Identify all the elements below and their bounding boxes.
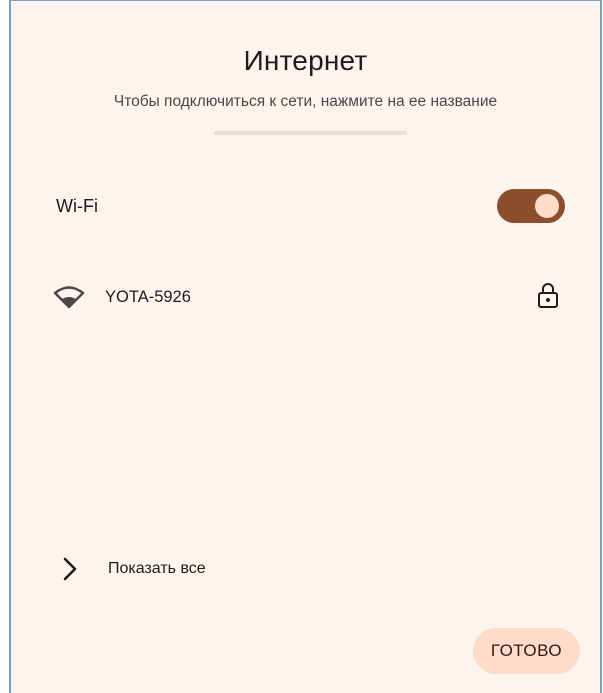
chevron-right-icon xyxy=(63,557,77,581)
show-all-label: Показать все xyxy=(108,560,206,577)
wifi-toggle[interactable] xyxy=(497,189,565,223)
dialog-title: Интернет xyxy=(243,45,368,76)
done-button[interactable]: ГОТОВО xyxy=(473,628,580,674)
network-item-yota-5926[interactable]: YOTA-5926 xyxy=(41,271,571,323)
divider xyxy=(214,131,407,135)
show-all-button[interactable]: Показать все xyxy=(51,546,351,592)
network-name: YOTA-5926 xyxy=(105,288,191,306)
wifi-label: Wi-Fi xyxy=(56,196,98,216)
toggle-knob xyxy=(535,194,559,218)
dialog-subtitle: Чтобы подключиться к сети, нажмите на ее… xyxy=(113,93,498,110)
wifi-signal-icon xyxy=(53,286,85,309)
lock-icon xyxy=(538,283,558,308)
internet-dialog: Интернет Чтобы подключиться к сети, нажм… xyxy=(9,0,602,693)
